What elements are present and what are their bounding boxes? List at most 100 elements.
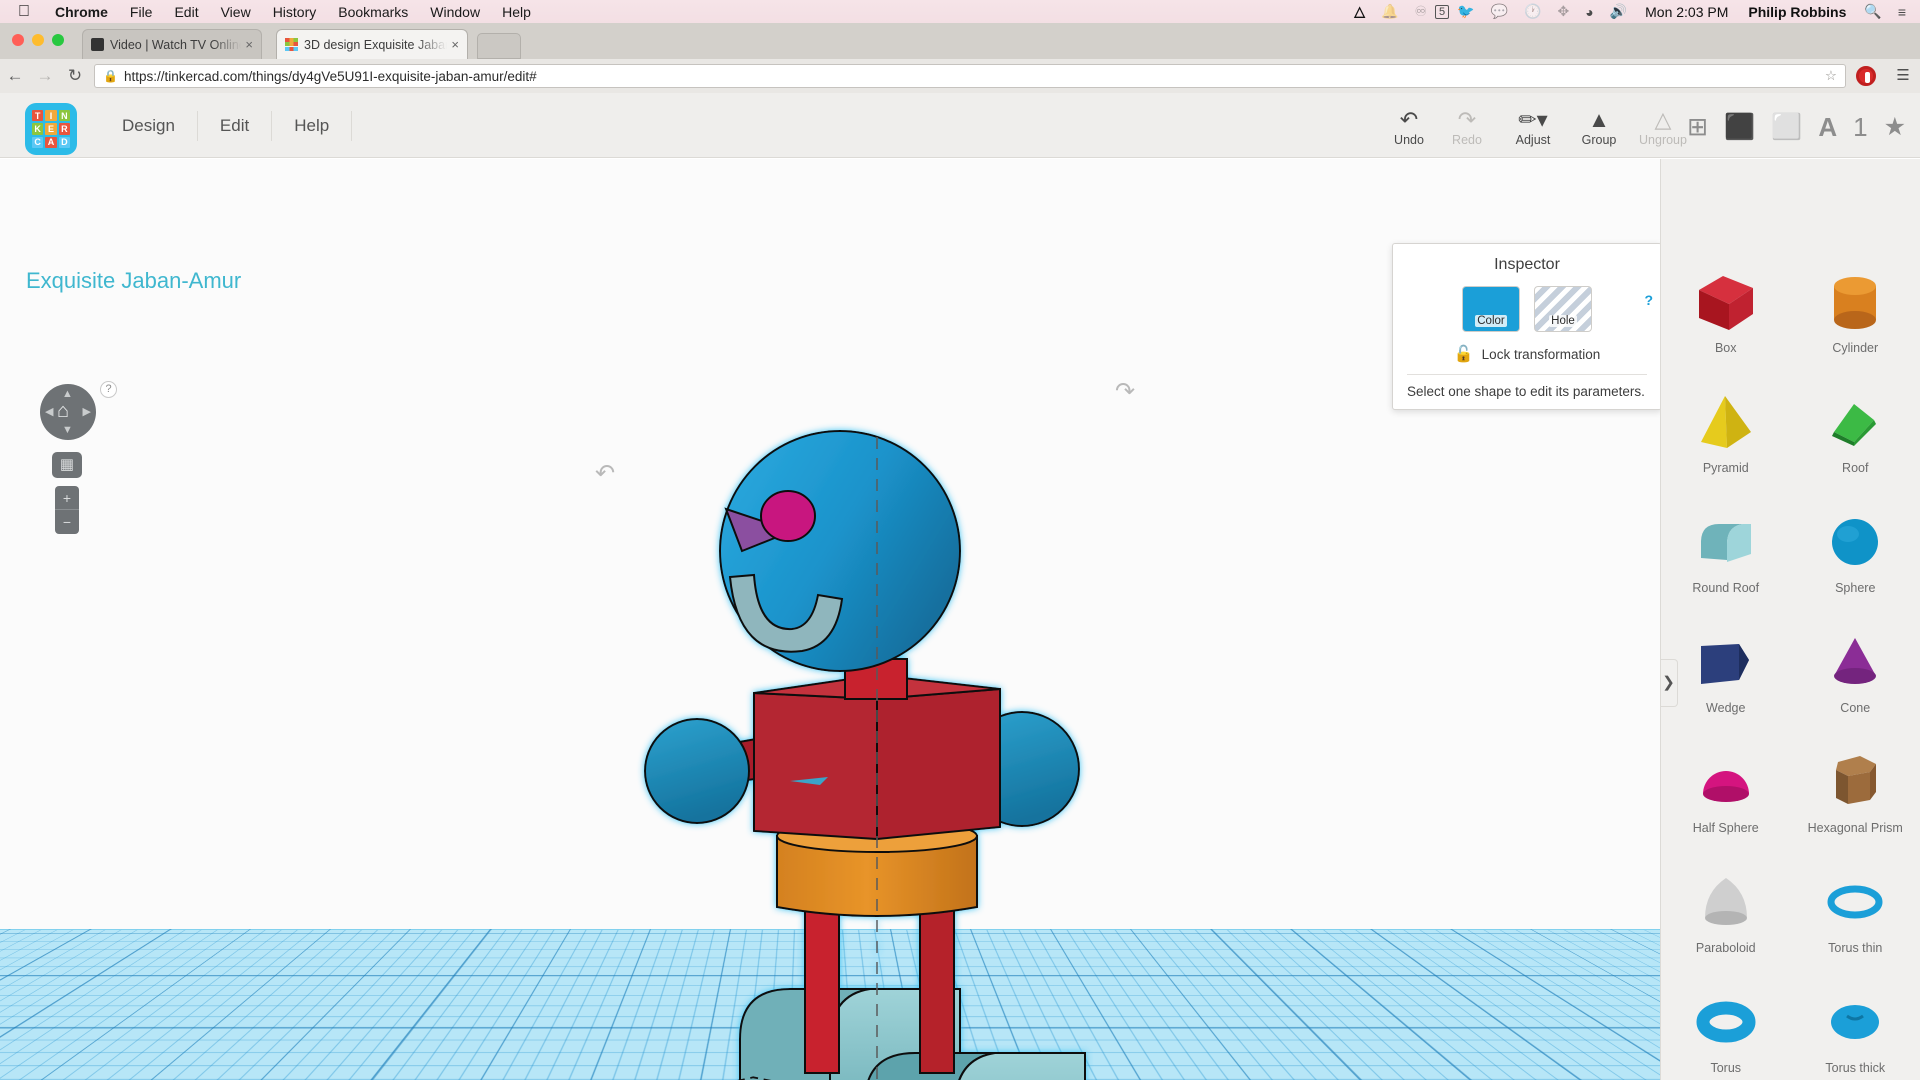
undo-button[interactable]: ↶ Undo bbox=[1380, 107, 1438, 153]
shape-item-sphere[interactable]: Sphere bbox=[1791, 497, 1920, 617]
logo-letter: N bbox=[58, 110, 70, 122]
tinkercad-logo[interactable]: T I N K E R C A D bbox=[25, 103, 77, 155]
page-title[interactable]: Exquisite Jaban-Amur bbox=[26, 268, 241, 294]
favorites-star-icon[interactable]: ★ bbox=[1884, 114, 1906, 140]
browser-tab-tinkercad[interactable]: 3D design Exquisite Jaban × bbox=[276, 29, 468, 59]
inspector-panel: Inspector Color Hole ? 🔓 Lock transforma… bbox=[1392, 243, 1662, 410]
lock-transformation-row[interactable]: 🔓 Lock transformation bbox=[1407, 344, 1647, 364]
text-icon[interactable]: A bbox=[1818, 114, 1837, 140]
adjust-button[interactable]: ✏▾ Adjust bbox=[1496, 107, 1570, 153]
zoom-out-button[interactable]: − bbox=[55, 510, 79, 534]
shape-item-hexagonal-prism[interactable]: Hexagonal Prism bbox=[1791, 737, 1920, 857]
shape-item-paraboloid[interactable]: Paraboloid bbox=[1661, 857, 1791, 977]
inspector-note: Select one shape to edit its parameters. bbox=[1407, 374, 1647, 409]
shape-item-box[interactable]: Box bbox=[1661, 257, 1791, 377]
shapes-cube-icon[interactable]: ⬛ bbox=[1724, 114, 1755, 140]
bell-icon[interactable]: 🔔 bbox=[1373, 3, 1406, 20]
zoom-controls: + − bbox=[55, 486, 79, 534]
shape-item-half-sphere[interactable]: Half Sphere bbox=[1661, 737, 1791, 857]
logo-letter: K bbox=[32, 123, 44, 135]
adobe-icon[interactable]: △ bbox=[1346, 3, 1373, 20]
twitter-icon[interactable]: 🐦 bbox=[1449, 3, 1482, 20]
shape-label: Round Roof bbox=[1692, 581, 1760, 595]
shape-label: Roof bbox=[1842, 461, 1869, 475]
roof-shape-icon bbox=[1817, 387, 1893, 459]
zoom-in-button[interactable]: + bbox=[55, 486, 79, 510]
nav-down-arrow-icon[interactable]: ▼ bbox=[62, 424, 73, 436]
html5-icon[interactable]: 5 bbox=[1435, 4, 1450, 19]
navigation-help-button[interactable]: ? bbox=[100, 381, 117, 398]
nav-left-arrow-icon[interactable]: ◀ bbox=[45, 405, 53, 418]
shape-item-cone[interactable]: Cone bbox=[1791, 617, 1920, 737]
library-collapse-handle[interactable]: ❯ bbox=[1661, 659, 1678, 707]
undo-icon: ↶ bbox=[1399, 107, 1419, 132]
window-traffic-lights bbox=[12, 34, 64, 46]
menu-bar-clock[interactable]: Mon 2:03 PM bbox=[1635, 4, 1738, 20]
volume-icon[interactable]: 🔊 bbox=[1602, 3, 1635, 20]
menu-edit[interactable]: Edit bbox=[198, 110, 273, 141]
menu-bookmarks[interactable]: Bookmarks bbox=[327, 4, 419, 20]
shape-item-pyramid[interactable]: Pyramid bbox=[1661, 377, 1791, 497]
maximize-window-button[interactable] bbox=[52, 34, 64, 46]
macos-menu-bar:  Chrome File Edit View History Bookmark… bbox=[0, 0, 1920, 23]
color-swatch-button[interactable]: Color bbox=[1462, 286, 1520, 332]
close-window-button[interactable] bbox=[12, 34, 24, 46]
shape-item-roof[interactable]: Roof bbox=[1791, 377, 1920, 497]
shape-item-torus-thin[interactable]: Torus thin bbox=[1791, 857, 1920, 977]
notification-center-icon[interactable]: ≡ bbox=[1890, 4, 1920, 20]
menu-file[interactable]: File bbox=[119, 4, 164, 20]
reload-button[interactable]: ↻ bbox=[60, 66, 90, 86]
chrome-menu-icon[interactable]: ☰ bbox=[1886, 68, 1920, 84]
shape-item-round-roof[interactable]: Round Roof bbox=[1661, 497, 1791, 617]
menu-design[interactable]: Design bbox=[100, 110, 198, 141]
chat-bubble-icon[interactable]: 💬 bbox=[1483, 3, 1516, 20]
shape-item-torus[interactable]: Torus bbox=[1661, 977, 1791, 1080]
forward-button[interactable]: → bbox=[30, 66, 60, 86]
bluetooth-icon[interactable]: ✥ bbox=[1549, 3, 1577, 20]
nav-right-arrow-icon[interactable]: ▶ bbox=[83, 405, 91, 418]
new-tab-button[interactable] bbox=[477, 33, 521, 59]
nav-up-arrow-icon[interactable]: ▲ bbox=[62, 388, 73, 400]
search-icon[interactable]: 🔍 bbox=[1856, 3, 1889, 20]
tinkercad-app: T I N K E R C A D Design Edit Help ↶ Und… bbox=[0, 93, 1920, 1080]
half-sphere-shape-icon bbox=[1688, 747, 1764, 819]
minimize-window-button[interactable] bbox=[32, 34, 44, 46]
menu-window[interactable]: Window bbox=[419, 4, 491, 20]
menu-bar-user[interactable]: Philip Robbins bbox=[1738, 4, 1856, 20]
holes-cube-icon[interactable]: ⬜ bbox=[1771, 114, 1802, 140]
creative-cloud-icon[interactable]: ♾ bbox=[1406, 3, 1435, 20]
numbers-icon[interactable]: 1 bbox=[1853, 114, 1867, 140]
menu-view[interactable]: View bbox=[210, 4, 262, 20]
browser-tab-video[interactable]: Video | Watch TV Online | L × bbox=[82, 29, 262, 59]
workplane-icon[interactable]: ⊞ bbox=[1687, 114, 1708, 140]
close-icon[interactable]: × bbox=[245, 37, 253, 52]
menu-chrome[interactable]: Chrome bbox=[44, 4, 119, 20]
shape-item-cylinder[interactable]: Cylinder bbox=[1791, 257, 1920, 377]
shape-item-torus-thick[interactable]: Torus thick bbox=[1791, 977, 1920, 1080]
fit-to-view-icon[interactable]: ▦ bbox=[52, 452, 82, 478]
foot-right-round-roof[interactable] bbox=[865, 1052, 1086, 1080]
shape-item-wedge[interactable]: Wedge bbox=[1661, 617, 1791, 737]
torus-thick-shape-icon bbox=[1817, 987, 1893, 1059]
opera-extension-icon[interactable] bbox=[1856, 66, 1876, 86]
browser-window-chrome: Video | Watch TV Online | L × 3D design … bbox=[0, 23, 1920, 93]
menu-help[interactable]: Help bbox=[491, 4, 542, 20]
view-navigation-disc[interactable]: ▲ ▼ ◀ ▶ ⌂ bbox=[40, 384, 96, 440]
address-bar[interactable]: 🔒 https://tinkercad.com/things/dy4gVe5U9… bbox=[94, 64, 1846, 88]
inspector-help-icon[interactable]: ? bbox=[1644, 292, 1653, 308]
hole-swatch-button[interactable]: Hole bbox=[1534, 286, 1592, 332]
menu-history[interactable]: History bbox=[262, 4, 328, 20]
back-button[interactable]: ← bbox=[0, 66, 30, 86]
close-icon[interactable]: × bbox=[451, 37, 459, 52]
color-swatch-label: Color bbox=[1475, 315, 1507, 327]
group-button[interactable]: ▲ Group bbox=[1570, 107, 1628, 153]
menu-edit[interactable]: Edit bbox=[163, 4, 209, 20]
time-machine-icon[interactable]: 🕐 bbox=[1516, 3, 1549, 20]
home-icon[interactable]: ⌂ bbox=[57, 400, 69, 422]
menu-help[interactable]: Help bbox=[272, 110, 353, 141]
apple-menu-icon[interactable]:  bbox=[18, 3, 30, 20]
logo-letter: A bbox=[45, 136, 57, 148]
bookmark-star-icon[interactable]: ☆ bbox=[1825, 68, 1837, 84]
redo-button[interactable]: ↷ Redo bbox=[1438, 107, 1496, 153]
wifi-icon[interactable]: ◕ bbox=[1577, 4, 1601, 20]
